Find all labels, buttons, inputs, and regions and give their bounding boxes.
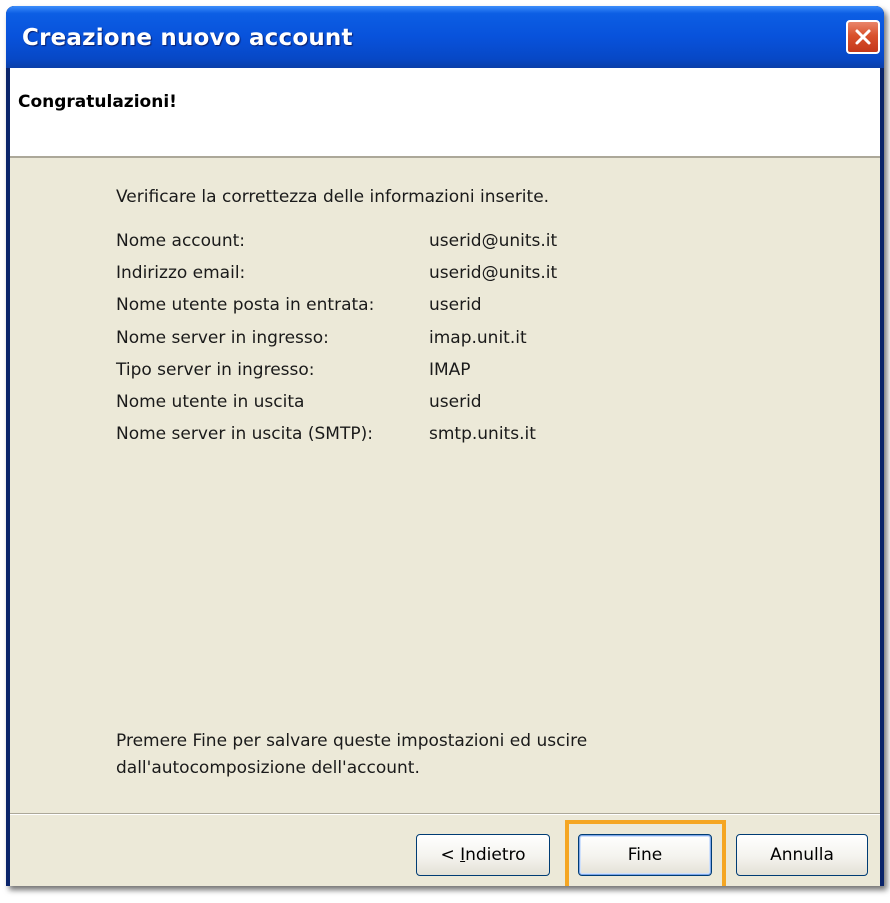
info-value: imap.unit.it: [429, 327, 527, 348]
button-separator: [10, 813, 880, 815]
info-label: Nome account:: [116, 231, 245, 251]
info-row-incoming-server: Nome server in ingresso: imap.unit.it: [116, 327, 816, 359]
info-value: smtp.units.it: [429, 424, 536, 445]
back-button-label: ndietro: [465, 845, 526, 865]
finish-button[interactable]: Fine: [578, 834, 712, 876]
finish-instructions-line: dall'autocomposizione dell'account.: [116, 758, 420, 778]
page-title: Congratulazioni!: [18, 92, 177, 112]
header-panel: Congratulazioni!: [10, 68, 880, 158]
summary-section: Verificare la correttezza delle informaz…: [116, 186, 816, 455]
info-value: IMAP: [429, 359, 471, 380]
info-label: Tipo server in ingresso:: [116, 359, 315, 380]
info-label: Nome utente posta in entrata:: [116, 295, 375, 316]
info-label: Nome utente in uscita: [116, 391, 305, 412]
close-button[interactable]: [846, 20, 880, 54]
info-row-incoming-type: Tipo server in ingresso: IMAP: [116, 359, 816, 391]
back-button[interactable]: < Indietro: [416, 834, 550, 876]
title-bar[interactable]: Creazione nuovo account: [6, 6, 884, 68]
finish-instructions-line: Premere Fine per salvare queste impostaz…: [116, 731, 588, 751]
info-row-outgoing-user: Nome utente in uscita userid: [116, 391, 816, 423]
info-label: Nome server in uscita (SMTP):: [116, 424, 373, 445]
info-row-account-name: Nome account: userid@units.it: [116, 230, 816, 262]
info-value: userid@units.it: [429, 231, 558, 251]
info-value: userid: [429, 391, 482, 412]
info-row-email: Indirizzo email: userid@units.it: [116, 262, 816, 294]
info-row-outgoing-server: Nome server in uscita (SMTP): smtp.units…: [116, 423, 816, 455]
wizard-window: Creazione nuovo account Congratulazioni!…: [6, 6, 884, 886]
info-row-incoming-user: Nome utente posta in entrata: userid: [116, 294, 816, 326]
info-label: Nome server in ingresso:: [116, 327, 329, 348]
finish-instructions: Premere Fine per salvare queste impostaz…: [116, 728, 816, 782]
window-title: Creazione nuovo account: [22, 25, 353, 51]
info-value: userid: [429, 295, 482, 316]
cancel-button[interactable]: Annulla: [736, 834, 868, 876]
back-button-prefix: <: [440, 845, 461, 865]
intro-text: Verificare la correttezza delle informaz…: [116, 187, 550, 207]
info-label: Indirizzo email:: [116, 263, 246, 284]
dialog-body: Congratulazioni! Verificare la correttez…: [10, 68, 880, 886]
info-value: userid@units.it: [429, 263, 558, 284]
